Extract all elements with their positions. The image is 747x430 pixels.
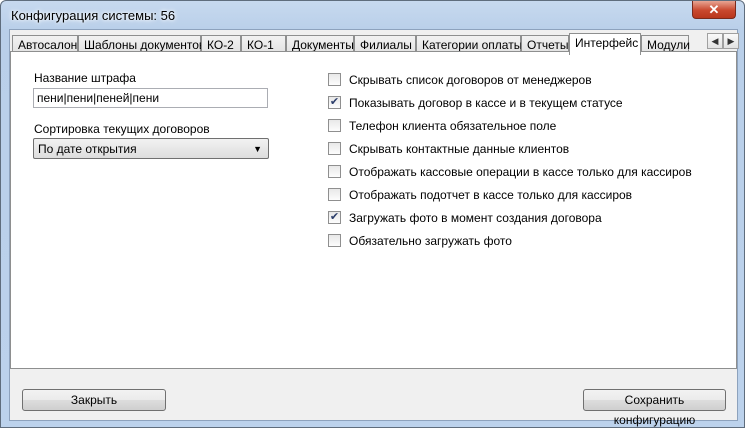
- checkbox-label: Загружать фото в момент создания договор…: [349, 211, 602, 225]
- sort-selected-value: По дате открытия: [38, 142, 137, 156]
- checkbox-hide-client-contacts[interactable]: [328, 142, 341, 155]
- tab-interface[interactable]: Интерфейс: [569, 33, 641, 55]
- window-title: Конфигурация системы: 56: [11, 8, 176, 23]
- fine-name-label: Название штрафа: [34, 71, 136, 85]
- checkbox-show-contract-in-cash[interactable]: ✔: [328, 96, 341, 109]
- checkbox-label: Обязательно загружать фото: [349, 234, 512, 248]
- sort-label: Сортировка текущих договоров: [34, 122, 210, 136]
- arrow-right-icon: ▶: [727, 36, 735, 46]
- tab-scroll-right-button[interactable]: ▶: [723, 33, 739, 49]
- button-bar: Закрыть Сохранить конфигурацию: [10, 369, 737, 427]
- title-bar: Конфигурация системы: 56 ✕: [1, 1, 744, 29]
- arrow-left-icon: ◀: [711, 36, 719, 46]
- checkbox-cash-ops-cashiers-only[interactable]: [328, 165, 341, 178]
- checkbox-advance-cashiers-only[interactable]: [328, 188, 341, 201]
- checkbox-photo-required[interactable]: [328, 234, 341, 247]
- close-icon: ✕: [708, 2, 720, 17]
- checkbox-label: Отображать кассовые операции в кассе тол…: [349, 165, 692, 179]
- tab-page-interface: Название штрафа пени|пени|пеней|пени Сор…: [10, 51, 737, 369]
- config-window: Конфигурация системы: 56 ✕ Автосалон Шаб…: [0, 0, 745, 428]
- tab-strip: Автосалон Шаблоны документов КО-2 КО-1 Д…: [10, 33, 715, 55]
- dialog-client-area: Автосалон Шаблоны документов КО-2 КО-1 Д…: [9, 29, 739, 427]
- chevron-down-icon: ▼: [253, 144, 262, 154]
- checkmark-icon: ✔: [329, 96, 340, 108]
- checkbox-label: Показывать договор в кассе и в текущем с…: [349, 96, 623, 110]
- close-window-button[interactable]: ✕: [692, 1, 736, 19]
- checkbox-label: Скрывать контактные данные клиентов: [349, 142, 570, 156]
- checkbox-phone-required[interactable]: [328, 119, 341, 132]
- close-button[interactable]: Закрыть: [22, 389, 166, 411]
- save-config-button[interactable]: Сохранить конфигурацию: [583, 389, 726, 427]
- fine-name-input[interactable]: пени|пени|пеней|пени: [33, 88, 268, 108]
- checkbox-label: Телефон клиента обязательное поле: [349, 119, 557, 133]
- checkbox-upload-photo-on-create[interactable]: ✔: [328, 211, 341, 224]
- checkbox-hide-contracts[interactable]: [328, 73, 341, 86]
- sort-dropdown[interactable]: По дате открытия ▼: [33, 138, 269, 159]
- checkbox-label: Скрывать список договоров от менеджеров: [349, 73, 592, 87]
- checkbox-label: Отображать подотчет в кассе только для к…: [349, 188, 633, 202]
- tab-scroll-left-button[interactable]: ◀: [707, 33, 723, 49]
- checkmark-icon: ✔: [329, 211, 340, 223]
